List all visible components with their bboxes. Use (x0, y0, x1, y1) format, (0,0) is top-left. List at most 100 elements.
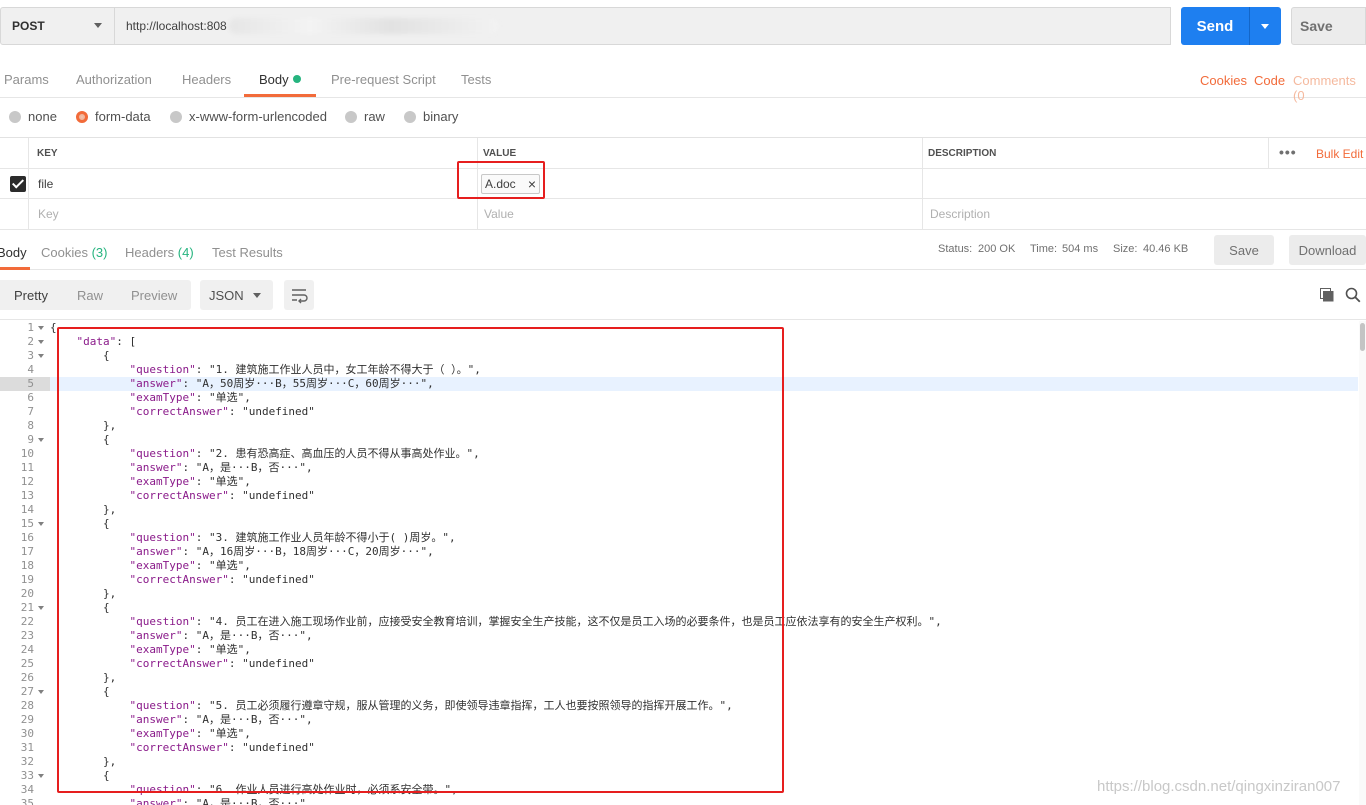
line-number: 2 (27, 335, 34, 348)
status-value: 200 OK (978, 243, 1016, 255)
format-label: JSON (209, 288, 244, 303)
line-number: 5 (27, 377, 34, 390)
line-number: 7 (27, 405, 34, 418)
download-button[interactable]: Download (1289, 235, 1366, 265)
code-line: { (50, 321, 57, 334)
more-options-icon[interactable]: ••• (1279, 144, 1297, 160)
url-text: http://localhost:808 (126, 19, 227, 33)
key-input[interactable]: Key (38, 207, 59, 221)
radio-form-data[interactable]: form-data (76, 109, 151, 124)
send-label: Send (1196, 17, 1234, 35)
search-icon[interactable] (1345, 287, 1361, 303)
radio-binary[interactable]: binary (404, 109, 458, 124)
line-number: 33 (20, 769, 34, 782)
cookies-count: (3) (91, 245, 108, 260)
code-line: "answer": "A，是···B，否···", (129, 797, 313, 805)
line-number: 25 (20, 657, 34, 670)
row-key[interactable]: file (38, 177, 53, 191)
bulk-edit-link[interactable]: Bulk Edit (1316, 147, 1363, 161)
annotation-box-file (457, 161, 545, 199)
tab-body-label: Body (259, 72, 289, 87)
cookies-link[interactable]: Cookies (1200, 73, 1247, 88)
copy-icon[interactable] (1320, 288, 1334, 302)
save-label: Save (1300, 18, 1333, 34)
chevron-down-icon[interactable] (1261, 23, 1269, 29)
request-tabs: Params Authorization Headers Body Pre-re… (0, 56, 1366, 103)
line-number: 23 (20, 629, 34, 642)
header-description: DESCRIPTION (928, 148, 997, 159)
line-number: 13 (20, 489, 34, 502)
line-number: 10 (20, 447, 34, 460)
format-select[interactable]: JSON (200, 280, 273, 310)
resp-tab-cookies[interactable]: Cookies (3) (41, 245, 107, 260)
line-number: 1 (27, 321, 34, 334)
tab-authorization[interactable]: Authorization (76, 72, 152, 87)
url-input[interactable]: http://localhost:808 (115, 7, 1171, 45)
check-icon[interactable] (10, 176, 26, 192)
table-header-row: KEY VALUE DESCRIPTION ••• Bulk Edit (0, 138, 1366, 169)
line-number: 32 (20, 755, 34, 768)
fold-toggle-icon[interactable] (38, 606, 44, 610)
save-response-button[interactable]: Save (1214, 235, 1274, 265)
fold-toggle-icon[interactable] (38, 774, 44, 778)
line-number: 4 (27, 363, 34, 376)
line-number: 6 (27, 391, 34, 404)
line-number: 12 (20, 475, 34, 488)
method-select[interactable]: POST (0, 7, 115, 45)
code-link[interactable]: Code (1254, 73, 1285, 88)
line-number: 29 (20, 713, 34, 726)
resp-tab-test-results[interactable]: Test Results (212, 245, 283, 260)
line-number: 30 (20, 727, 34, 740)
fold-toggle-icon[interactable] (38, 326, 44, 330)
annotation-box-response (57, 327, 784, 793)
fold-toggle-icon[interactable] (38, 438, 44, 442)
tab-prerequest-script[interactable]: Pre-request Script (331, 72, 436, 87)
send-button[interactable]: Send (1181, 7, 1281, 45)
col-divider (922, 169, 923, 198)
send-divider (1249, 7, 1250, 45)
line-number: 9 (27, 433, 34, 446)
line-number: 15 (20, 517, 34, 530)
line-number: 11 (20, 461, 34, 474)
resp-tab-headers[interactable]: Headers (4) (125, 245, 194, 260)
tab-tests[interactable]: Tests (461, 72, 491, 87)
tab-headers[interactable]: Headers (182, 72, 231, 87)
line-number: 18 (20, 559, 34, 572)
response-tabs: Body Cookies (3) Headers (4) Test Result… (0, 230, 1366, 270)
resp-cookies-label: Cookies (41, 245, 88, 260)
radio-form-data-label: form-data (95, 109, 151, 124)
postman-window: POST http://localhost:808 Send Save Para… (0, 0, 1366, 805)
response-view-toolbar: Pretty Raw Preview JSON (0, 270, 1366, 320)
tab-params[interactable]: Params (4, 72, 49, 87)
chevron-down-icon (253, 293, 261, 298)
line-number: 16 (20, 531, 34, 544)
line-number: 27 (20, 685, 34, 698)
view-preview[interactable]: Preview (131, 288, 177, 303)
save-request-button[interactable]: Save (1291, 7, 1366, 45)
status-dot-icon (292, 75, 301, 83)
headers-count: (4) (177, 245, 194, 260)
header-key: KEY (37, 148, 58, 159)
value-input[interactable]: Value (484, 207, 514, 221)
fold-toggle-icon[interactable] (38, 340, 44, 344)
fold-toggle-icon[interactable] (38, 690, 44, 694)
tab-body[interactable]: Body (259, 72, 301, 87)
resp-tab-body[interactable]: Body (0, 245, 27, 260)
description-input[interactable]: Description (930, 207, 990, 221)
view-pretty[interactable]: Pretty (14, 288, 48, 303)
scrollbar-thumb[interactable] (1360, 323, 1365, 351)
fold-toggle-icon[interactable] (38, 354, 44, 358)
radio-raw-label: raw (364, 109, 385, 124)
fold-toggle-icon[interactable] (38, 522, 44, 526)
vertical-scrollbar[interactable] (1359, 321, 1366, 805)
radio-none[interactable]: none (9, 109, 57, 124)
radio-icon (345, 110, 357, 123)
line-number: 19 (20, 573, 34, 586)
radio-urlencoded[interactable]: x-www-form-urlencoded (170, 109, 327, 124)
radio-raw[interactable]: raw (345, 109, 385, 124)
wrap-icon-glyph (292, 289, 308, 304)
view-raw[interactable]: Raw (77, 288, 103, 303)
view-mode-segment: Pretty Raw Preview (0, 280, 191, 310)
radio-selected-icon (76, 110, 88, 123)
wrap-icon[interactable] (284, 280, 314, 310)
